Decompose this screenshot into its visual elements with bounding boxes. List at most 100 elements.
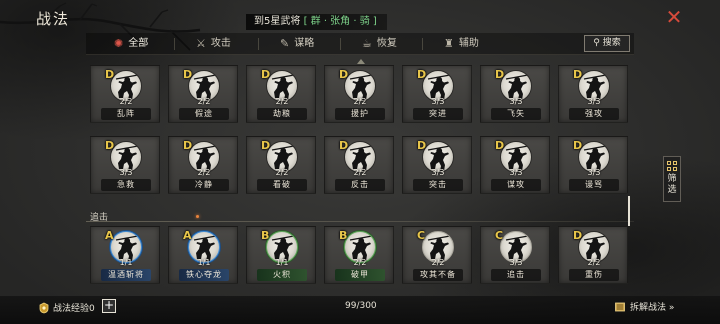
grade-badge: D — [261, 68, 271, 81]
grade-badge: D — [105, 68, 115, 81]
skill-card[interactable]: D 3/3 飞矢 — [480, 65, 550, 123]
skill-card[interactable]: D 2/2 假途 — [168, 65, 238, 123]
skill-count: 2/2 — [353, 258, 367, 267]
skill-name: 乱阵 — [101, 108, 151, 120]
grade-badge: C — [495, 229, 504, 242]
skill-card[interactable]: A 1/1 铁心夺龙 — [168, 226, 238, 284]
skill-card[interactable]: D 3/3 谋攻 — [480, 136, 550, 194]
skill-count: 3/3 — [509, 168, 523, 177]
skill-name: 谋攻 — [491, 179, 541, 191]
skill-name: 谩骂 — [569, 179, 619, 191]
ember-decoration — [196, 215, 199, 218]
skill-card[interactable]: D 3/3 突击 — [402, 136, 472, 194]
grade-badge: D — [573, 68, 583, 81]
tab-attack[interactable]: ⚔ 攻击 — [196, 35, 231, 53]
skill-name: 温酒斩将 — [101, 269, 151, 281]
skill-name: 飞矢 — [491, 108, 541, 120]
skill-count: 2/2 — [197, 168, 211, 177]
skill-name: 攻其不备 — [413, 269, 463, 281]
exp-display: 战法经验0 — [38, 301, 95, 314]
notice-banner: 到5星武将 [ 群 · 张角 · 骑 ] — [246, 14, 387, 30]
skill-count: 2/2 — [119, 97, 133, 106]
skill-card[interactable]: D 3/3 突进 — [402, 65, 472, 123]
skill-card[interactable]: D 2/2 劫粮 — [246, 65, 316, 123]
grade-badge: A — [183, 229, 192, 242]
skill-card[interactable]: D 3/3 谩骂 — [558, 136, 628, 194]
tab-all[interactable]: ✺ 全部 — [114, 35, 148, 53]
notice-highlight: [ 群 · 张角 · 骑 ] — [303, 16, 377, 27]
tab-label: 谋略 — [294, 38, 315, 49]
skill-count: 3/3 — [587, 168, 601, 177]
skill-card[interactable]: D 2/2 乱阵 — [90, 65, 160, 123]
tab-divider — [174, 38, 175, 50]
skill-count: 2/2 — [275, 168, 289, 177]
skill-name: 假途 — [179, 108, 229, 120]
grade-badge: D — [495, 139, 505, 152]
tab-label: 攻击 — [210, 38, 231, 49]
tab-divider — [258, 38, 259, 50]
tab-bar: ✺ 全部 ⚔ 攻击 ✎ 谋略 ☕ 恢复 ♜ 辅助 ⚲ 搜索 — [86, 33, 634, 55]
search-icon: ⚲ — [593, 38, 600, 48]
tab-recovery[interactable]: ☕ 恢复 — [362, 35, 397, 53]
grade-badge: D — [339, 139, 349, 152]
grade-badge: D — [339, 68, 349, 81]
skill-card[interactable]: C 2/2 攻其不备 — [402, 226, 472, 284]
scrollbar[interactable] — [628, 196, 630, 226]
disassemble-label: 拆解战法 » — [630, 303, 675, 313]
exp-label: 战法经验0 — [53, 304, 95, 314]
skill-card[interactable]: D 2/2 看破 — [246, 136, 316, 194]
skill-card[interactable]: A 1/1 温酒斩将 — [90, 226, 160, 284]
disassemble-button[interactable]: 拆解战法 » — [614, 300, 674, 313]
pouch-icon: ♜ — [444, 37, 454, 50]
section-divider — [86, 221, 634, 222]
grade-badge: A — [105, 229, 114, 242]
skill-name: 冷静 — [179, 179, 229, 191]
skill-name: 看破 — [257, 179, 307, 191]
add-exp-button[interactable]: + — [102, 299, 116, 313]
skill-name: 突击 — [413, 179, 463, 191]
close-button[interactable]: ✕ — [664, 7, 684, 28]
grid-icon — [667, 161, 677, 171]
skill-name: 追击 — [491, 269, 541, 281]
skill-card[interactable]: D 2/2 重伤 — [558, 226, 628, 284]
skill-card[interactable]: D 3/3 强攻 — [558, 65, 628, 123]
grade-badge: B — [339, 229, 348, 242]
grade-badge: D — [573, 139, 583, 152]
tab-label: 全部 — [128, 38, 149, 49]
skill-name: 强攻 — [569, 108, 619, 120]
skill-name: 反击 — [335, 179, 385, 191]
scroll-icon: ✎ — [280, 37, 290, 50]
skill-card[interactable]: C 3/3 追击 — [480, 226, 550, 284]
skill-card[interactable]: B 2/2 破甲 — [324, 226, 394, 284]
skill-count: 3/3 — [119, 168, 133, 177]
grade-badge: D — [105, 139, 115, 152]
skill-count: 2/2 — [431, 258, 445, 267]
skill-count: 1/1 — [275, 258, 289, 267]
grade-badge: C — [417, 229, 426, 242]
skill-card[interactable]: D 2/2 冷静 — [168, 136, 238, 194]
skill-count: 1/1 — [197, 258, 211, 267]
tab-support[interactable]: ♜ 辅助 — [444, 35, 479, 53]
skill-card[interactable]: B 1/1 火积 — [246, 226, 316, 284]
crossed-swords-icon: ⚔ — [196, 37, 206, 50]
filter-button[interactable]: 筛选 — [663, 156, 681, 202]
skill-count: 2/2 — [275, 97, 289, 106]
tab-label: 辅助 — [458, 38, 479, 49]
skill-name: 重伤 — [569, 269, 619, 281]
skill-card[interactable]: D 3/3 急救 — [90, 136, 160, 194]
teapot-icon: ☕ — [362, 37, 372, 50]
skill-count: 2/2 — [353, 97, 367, 106]
tab-strategy[interactable]: ✎ 谋略 — [280, 35, 314, 53]
grade-badge: D — [261, 139, 271, 152]
scroll-stack-icon — [615, 302, 625, 311]
skill-card[interactable]: D 2/2 援护 — [324, 65, 394, 123]
skill-count: 2/2 — [197, 97, 211, 106]
skill-name: 劫粮 — [257, 108, 307, 120]
skill-card[interactable]: D 2/2 反击 — [324, 136, 394, 194]
search-button[interactable]: ⚲ 搜索 — [584, 35, 630, 52]
skill-count: 2/2 — [353, 168, 367, 177]
skill-name: 铁心夺龙 — [179, 269, 229, 281]
skill-name: 破甲 — [335, 269, 385, 281]
skill-name: 援护 — [335, 108, 385, 120]
skill-count: 1/1 — [119, 258, 133, 267]
